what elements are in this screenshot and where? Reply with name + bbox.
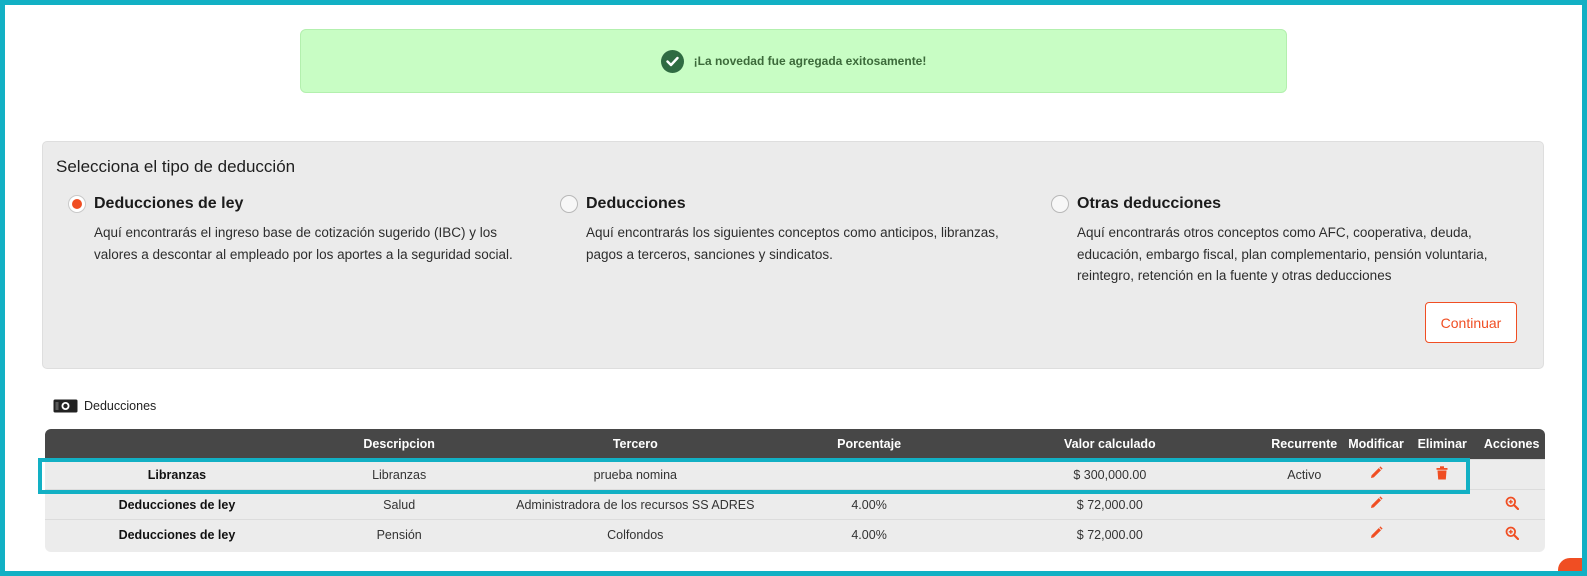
section-title: Deducciones (84, 399, 157, 413)
radio-deducciones[interactable] (560, 195, 578, 213)
radio-otras-deducciones[interactable] (1051, 195, 1069, 213)
cell-porcentaje: 4.00% (851, 527, 887, 542)
pencil-icon[interactable] (1369, 526, 1383, 540)
option-description: Aquí encontrarás otros conceptos como AF… (1077, 225, 1488, 283)
deduction-type-panel: Selecciona el tipo de deducción Deduccio… (42, 141, 1544, 369)
cell-tercero: Colfondos (607, 527, 664, 542)
option-otras-deducciones[interactable]: Otras deducciones Aquí encontrarás otros… (1051, 195, 1521, 287)
option-description: Aquí encontrarás los siguientes concepto… (586, 225, 999, 262)
pencil-icon[interactable] (1369, 466, 1383, 480)
table-row: Deducciones de ley Pensión Colfondos 4.0… (45, 519, 1545, 549)
option-label: Otras deducciones (1077, 195, 1222, 212)
cell-porcentaje: 4.00% (851, 497, 887, 512)
option-deducciones[interactable]: Deducciones Aquí encontrarás los siguien… (560, 195, 1030, 265)
success-message: ¡La novedad fue agregada exitosamente! (693, 54, 927, 68)
col-header: Eliminar (1417, 437, 1467, 451)
cell-descripcion: Pensión (376, 527, 422, 542)
zoom-in-icon[interactable] (1505, 496, 1519, 510)
pencil-icon[interactable] (1369, 496, 1383, 510)
panel-title: Selecciona el tipo de deducción (56, 157, 296, 176)
col-header: Tercero (612, 437, 658, 451)
radio-deducciones-de-ley[interactable] (68, 195, 86, 213)
col-header: Valor calculado (1063, 437, 1156, 451)
cell-tipo: Deducciones de ley (118, 527, 236, 542)
option-description: Aquí encontrarás el ingreso base de coti… (94, 225, 513, 262)
deductions-table: Descripcion Tercero Porcentaje Valor cal… (45, 429, 1545, 552)
col-header: Porcentaje (837, 437, 902, 451)
zoom-in-icon[interactable] (1505, 526, 1519, 540)
cell-tercero: Administradora de los recursos SS ADRES (516, 497, 755, 512)
cell-descripcion: Libranzas (372, 467, 427, 482)
continue-button[interactable]: Continuar (1425, 302, 1517, 343)
col-header: Acciones (1483, 437, 1540, 451)
cell-valor: $ 72,000.00 (1076, 497, 1143, 512)
section-header: Deducciones (53, 398, 156, 414)
table-header: Descripcion Tercero Porcentaje Valor cal… (45, 429, 1545, 459)
cell-valor: $ 300,000.00 (1073, 467, 1147, 482)
check-circle-icon (660, 49, 684, 73)
table-row: Libranzas Libranzas prueba nomina $ 300,… (45, 459, 1545, 489)
table-row: Deducciones de ley Salud Administradora … (45, 489, 1545, 519)
option-label: Deducciones (586, 195, 686, 212)
option-label: Deducciones de ley (94, 195, 244, 212)
trash-icon[interactable] (1436, 466, 1448, 480)
chat-widget-tab[interactable] (1558, 558, 1587, 576)
cell-valor: $ 72,000.00 (1076, 527, 1143, 542)
col-header: Recurrente (1271, 437, 1338, 451)
money-bill-icon (53, 399, 78, 413)
col-header: Descripcion (363, 437, 435, 451)
success-alert: ¡La novedad fue agregada exitosamente! (300, 29, 1287, 93)
cell-recurrente: Activo (1287, 467, 1322, 482)
option-deducciones-de-ley[interactable]: Deducciones de ley Aquí encontrarás el i… (68, 195, 538, 265)
cell-tipo: Libranzas (147, 467, 207, 482)
cell-tercero: prueba nomina (593, 467, 677, 482)
cell-descripcion: Salud (383, 497, 416, 512)
cell-tipo: Deducciones de ley (118, 497, 236, 512)
col-header: Modificar (1348, 437, 1404, 451)
